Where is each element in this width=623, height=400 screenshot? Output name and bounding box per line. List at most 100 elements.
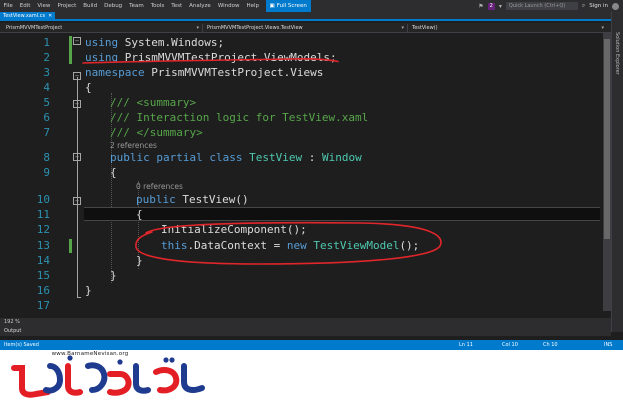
line-number: 17 xyxy=(36,299,50,312)
zoom-level-dropdown[interactable]: 192 % xyxy=(4,319,20,325)
status-bar: Item(s) Saved Ln 11 Col 10 Ch 10 INS xyxy=(0,340,623,350)
line-number: 15 xyxy=(36,269,50,282)
status-message: Item(s) Saved xyxy=(4,342,39,348)
chevron-down-icon: ▾ xyxy=(601,25,604,31)
namespace-name: PrismMVVMTestProject.Views xyxy=(144,66,324,79)
line-number: 6 xyxy=(43,111,50,124)
line-number: 16 xyxy=(36,284,50,297)
fullscreen-icon: ▣ xyxy=(269,3,275,9)
code-text: { xyxy=(136,208,143,221)
close-icon[interactable]: ✕ xyxy=(48,12,52,21)
vertical-scrollbar[interactable] xyxy=(603,33,611,311)
code-line-17: 17 xyxy=(0,299,600,313)
colon: : xyxy=(302,151,322,164)
document-tab-strip: TestView.xaml.cs ✕ xyxy=(0,12,611,21)
line-number: 1 xyxy=(43,36,50,49)
keyword-namespace: namespace xyxy=(85,66,145,79)
code-text: } xyxy=(110,269,117,282)
status-line: Ln 11 xyxy=(459,342,473,348)
status-char: Ch 10 xyxy=(543,342,558,348)
code-line-10: 10 public TestView() xyxy=(0,193,600,207)
chevron-down-icon: ▾ xyxy=(196,25,199,31)
code-text: } xyxy=(85,284,92,297)
line-number: 2 xyxy=(43,51,50,64)
menu-project[interactable]: Project xyxy=(54,0,80,12)
line-number: 8 xyxy=(43,151,50,164)
output-panel-tab[interactable]: Output xyxy=(0,326,611,336)
menu-tools[interactable]: Tools xyxy=(147,0,168,12)
zoom-level-row: 192 % xyxy=(0,318,611,326)
solution-explorer-strip[interactable]: Solution Explorer xyxy=(611,12,623,332)
class-dropdown[interactable]: PrismMVVMTestProject.Views.TestView ▾ xyxy=(202,24,407,32)
namespace-text: PrismMVVMTestProject.ViewModels; xyxy=(118,51,337,64)
code-line-1: 1 using System.Windows; xyxy=(0,36,600,50)
doc-comment: /// Interaction logic for TestView.xaml xyxy=(110,111,369,124)
menu-file[interactable]: File xyxy=(0,0,16,12)
scrollbar-thumb[interactable] xyxy=(604,39,610,239)
namespace-text: System.Windows; xyxy=(118,36,225,49)
line-number: 3 xyxy=(43,66,50,79)
code-line-5: 5 /// <summary> xyxy=(0,96,600,110)
code-line-7: 7 /// </summary> xyxy=(0,126,600,140)
menu-debug[interactable]: Debug xyxy=(101,0,126,12)
code-text: } xyxy=(136,254,143,267)
solution-explorer-label: Solution Explorer xyxy=(614,32,620,75)
notification-badge[interactable]: 2 xyxy=(487,2,495,10)
menu-team[interactable]: Team xyxy=(126,0,148,12)
menu-test[interactable]: Test xyxy=(168,0,186,12)
menu-edit[interactable]: Edit xyxy=(16,0,34,12)
menu-analyze[interactable]: Analyze xyxy=(186,0,215,12)
code-text: namespace PrismMVVMTestProject.Views xyxy=(85,66,323,80)
doc-comment: /// </summary> xyxy=(110,126,203,139)
codelens-references[interactable]: 0 references xyxy=(136,182,183,192)
user-avatar-icon[interactable] xyxy=(612,2,619,10)
menu-window[interactable]: Window xyxy=(214,0,243,12)
line-number: 7 xyxy=(43,126,50,139)
line-number: 10 xyxy=(36,193,50,206)
base-class-name: Window xyxy=(321,151,362,164)
sign-in-link[interactable]: Sign in xyxy=(589,3,608,9)
line-number: 13 xyxy=(36,239,50,252)
line-number: 14 xyxy=(36,254,50,267)
code-line-14: 14 } xyxy=(0,254,600,268)
status-column: Col 10 xyxy=(502,342,518,348)
menu-build[interactable]: Build xyxy=(80,0,101,12)
navigation-bar: PrismMVVMTestProject ▾ PrismMVVMTestProj… xyxy=(0,23,611,33)
call-parens: (); xyxy=(399,239,420,252)
line-number: 12 xyxy=(36,223,50,236)
project-dropdown-value: PrismMVVMTestProject xyxy=(6,25,63,31)
keyword-class: class xyxy=(209,151,243,164)
codelens-references[interactable]: 2 references xyxy=(110,141,157,151)
code-line-16: 16 } xyxy=(0,284,600,298)
code-line-9: 9 { xyxy=(0,166,600,180)
quick-launch-input[interactable]: Quick Launch (Ctrl+Q) xyxy=(505,2,578,10)
code-text: { xyxy=(85,81,92,94)
member-dropdown[interactable]: TestView() ▾ xyxy=(407,24,607,32)
line-number: 5 xyxy=(43,96,50,109)
tab-testview-xaml-cs[interactable]: TestView.xaml.cs ✕ xyxy=(0,12,56,21)
code-line-13: 13 this.DataContext = new TestViewModel(… xyxy=(0,239,600,253)
class-dropdown-value: PrismMVVMTestProject.Views.TestView xyxy=(207,25,303,31)
class-name: TestView xyxy=(249,151,303,164)
feedback-flag-icon[interactable]: ⚑ xyxy=(478,3,483,10)
search-icon[interactable]: ⌕ xyxy=(582,2,585,10)
menubar-right-tools: ⚑ 2 ▾ Quick Launch (Ctrl+Q) ⌕ Sign in xyxy=(478,0,623,12)
menu-help[interactable]: Help xyxy=(243,0,263,12)
code-editor[interactable]: − − − − − 1 using System.Windows; 2 usin… xyxy=(0,33,611,313)
menu-bar: File Edit View Project Build Debug Team … xyxy=(0,0,623,12)
full-screen-button[interactable]: ▣ Full Screen xyxy=(265,0,311,12)
code-text: using PrismMVVMTestProject.ViewModels; xyxy=(85,51,337,65)
doc-comment: /// <summary> xyxy=(110,96,197,109)
menu-view[interactable]: View xyxy=(34,0,54,12)
member-dropdown-value: TestView() xyxy=(412,25,438,31)
code-text: this.DataContext = new TestViewModel(); xyxy=(161,239,419,253)
code-text: public partial class TestView : Window xyxy=(110,151,362,165)
chevron-down-icon: ▾ xyxy=(401,25,404,31)
keyword-using: using xyxy=(85,36,119,49)
visual-studio-window: File Edit View Project Build Debug Team … xyxy=(0,0,623,350)
code-text: { xyxy=(110,166,117,179)
keyword-partial: partial xyxy=(156,151,203,164)
filter-icon[interactable]: ▾ xyxy=(499,3,502,10)
code-line-2: 2 using PrismMVVMTestProject.ViewModels; xyxy=(0,51,600,65)
project-dropdown[interactable]: PrismMVVMTestProject ▾ xyxy=(2,24,202,32)
